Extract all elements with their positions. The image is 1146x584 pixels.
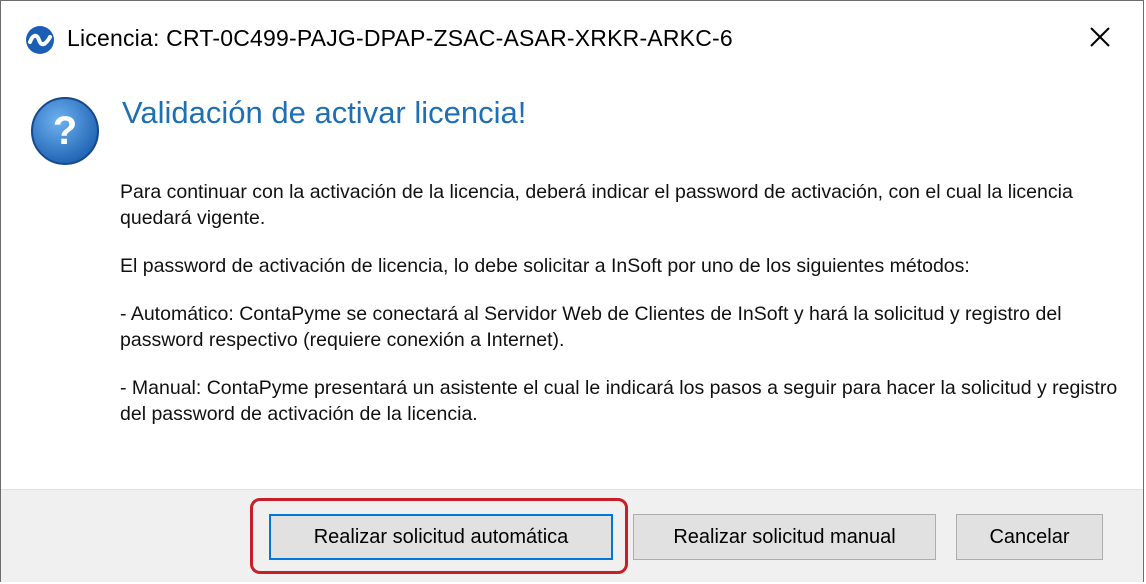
message-paragraph: Para continuar con la activación de la l… [120,181,1073,229]
dialog-heading: Validación de activar licencia! [122,95,527,130]
title-bar[interactable]: Licencia: CRT-0C499-PAJG-DPAP-ZSAC-ASAR-… [1,1,1143,75]
message-paragraph: - Automático: ContaPyme se conectará al … [120,303,1062,351]
close-icon [1089,26,1111,53]
app-logo-icon [25,25,55,55]
svg-text:?: ? [53,109,77,153]
auto-request-button[interactable]: Realizar solicitud automática [269,514,613,560]
message-body: Para continuar con la activación de la l… [120,179,1120,449]
window-title: Licencia: CRT-0C499-PAJG-DPAP-ZSAC-ASAR-… [67,25,733,51]
dialog-content: ? Validación de activar licencia! Para c… [1,75,1143,489]
manual-request-button[interactable]: Realizar solicitud manual [633,514,936,560]
message-paragraph: - Manual: ContaPyme presentará un asiste… [120,377,1118,425]
question-icon: ? [29,95,101,167]
message-paragraph: El password de activación de licencia, l… [120,255,970,277]
license-dialog: Licencia: CRT-0C499-PAJG-DPAP-ZSAC-ASAR-… [0,0,1144,582]
button-bar: Realizar solicitud automática Realizar s… [1,489,1143,582]
cancel-button[interactable]: Cancelar [956,514,1103,560]
close-button[interactable] [1077,17,1123,61]
